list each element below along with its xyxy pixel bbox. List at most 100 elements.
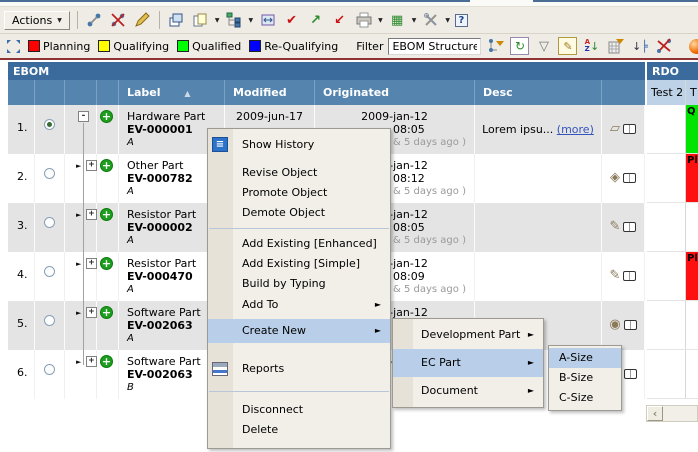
header-test2[interactable]: Test 2 (647, 80, 686, 105)
swap-window-icon[interactable] (258, 11, 277, 29)
menu-item-promote-object[interactable]: Promote Object (208, 183, 390, 203)
sort-asc-icon[interactable]: ▲ (184, 89, 190, 98)
expand-toggle-icon[interactable]: + (86, 258, 97, 269)
menu-item-a-size[interactable]: A-Size (549, 348, 621, 368)
part-type-icon[interactable]: ▱ (610, 122, 620, 154)
menu-item-demote-object[interactable]: Demote Object (208, 203, 390, 223)
window-icon[interactable] (167, 11, 186, 29)
submenu-arrow-icon: ► (528, 321, 534, 349)
select-cell (35, 105, 65, 154)
book-icon[interactable] (623, 124, 636, 134)
book-icon[interactable] (623, 222, 636, 232)
menu-item-show-history[interactable]: ≡ Show History (208, 133, 390, 157)
book-icon[interactable] (624, 320, 637, 330)
radio-unselected[interactable] (44, 315, 55, 326)
add-child-icon[interactable]: + (100, 159, 113, 172)
select-cell (35, 203, 65, 252)
chevron-down-icon[interactable]: ▼ (215, 17, 220, 24)
sort-az-icon[interactable]: AZ ↓ (582, 37, 601, 55)
scroll-left-icon[interactable]: ‹ (647, 406, 663, 421)
paste-structure-icon[interactable] (224, 11, 243, 29)
part-type-icon[interactable]: ✎ (610, 269, 621, 301)
part-type-icon[interactable]: ◈ (610, 171, 620, 203)
menu-item-ec-part[interactable]: EC Part ► (393, 349, 543, 377)
add-child-icon[interactable]: + (100, 306, 113, 319)
radio-unselected[interactable] (44, 364, 55, 375)
filter-structure-icon[interactable] (486, 37, 505, 55)
add-child-icon[interactable]: + (100, 208, 113, 221)
menu-item-b-size[interactable]: B-Size (549, 368, 621, 388)
menu-item-document[interactable]: Document ► (393, 377, 543, 405)
expand-toggle-icon[interactable]: + (86, 356, 97, 367)
status-cell: Q (686, 105, 698, 153)
menu-item-revise-object[interactable]: Revise Object (208, 163, 390, 183)
table-row (647, 350, 698, 399)
book-icon[interactable] (623, 173, 636, 183)
menu-item-c-size[interactable]: C-Size (549, 388, 621, 408)
refresh-icon[interactable]: ↻ (510, 37, 529, 55)
add-cell: + (97, 301, 119, 350)
menu-item-delete[interactable]: Delete (208, 420, 390, 440)
menu-item-build-by-typing[interactable]: Build by Typing (208, 274, 390, 294)
menu-item-disconnect[interactable]: Disconnect (208, 400, 390, 420)
add-child-icon[interactable]: + (100, 355, 113, 368)
expand-toggle-icon[interactable]: + (86, 307, 97, 318)
menu-item-add-to[interactable]: Add To ► (208, 294, 390, 316)
ec-part-submenu: A-Size B-Size C-Size (548, 345, 622, 411)
chevron-down-icon[interactable]: ▼ (248, 17, 253, 24)
add-child-icon[interactable]: + (100, 257, 113, 270)
orig-date: 2009-jan-12 (315, 110, 474, 123)
actions-menu-button[interactable]: Actions ▼ (4, 11, 70, 30)
demote-arrow-icon[interactable]: ↙ (330, 11, 349, 29)
menu-item-add-existing-enhanced[interactable]: Add Existing [Enhanced] (208, 234, 390, 254)
menu-item-label: Add To (242, 298, 278, 311)
edit-icon[interactable] (133, 11, 152, 29)
radio-unselected[interactable] (44, 266, 55, 277)
expand-toggle-icon[interactable]: + (86, 160, 97, 171)
tab-edge (0, 0, 470, 2)
book-icon[interactable] (624, 369, 637, 379)
part-type-icon[interactable]: ✎ (610, 220, 621, 252)
copy-icon[interactable] (191, 11, 210, 29)
add-child-icon[interactable]: + (100, 110, 113, 123)
edit-note-icon[interactable]: ✎ (558, 37, 577, 55)
filter-funnel-icon[interactable]: ▽ (534, 37, 553, 55)
print-icon[interactable] (354, 11, 373, 29)
filter-table-icon[interactable] (606, 37, 625, 55)
header-desc[interactable]: Desc (475, 80, 602, 105)
connect-icon[interactable] (85, 11, 104, 29)
menu-item-create-new[interactable]: Create New ► (208, 319, 390, 343)
header-originated[interactable]: Originated (315, 80, 475, 105)
status-sphere-icon[interactable] (689, 39, 698, 54)
radio-unselected[interactable] (44, 168, 55, 179)
header-modified[interactable]: Modified (225, 80, 315, 105)
sort-structure-icon[interactable]: ↓╞ (630, 37, 649, 55)
header-clipped[interactable]: T (686, 80, 698, 105)
disconnect-structure-icon[interactable] (654, 37, 673, 55)
header-label[interactable]: Label ▲ (119, 80, 225, 105)
radio-selected[interactable] (44, 119, 55, 130)
menu-item-add-existing-simple[interactable]: Add Existing [Simple] (208, 254, 390, 274)
tree-glyph: ╞ (641, 40, 648, 53)
disconnect-icon[interactable] (109, 11, 128, 29)
menu-item-reports[interactable]: Reports (208, 356, 390, 382)
collapse-toggle-icon[interactable]: - (78, 111, 89, 122)
chevron-down-icon[interactable]: ▼ (378, 17, 383, 24)
approve-check-icon[interactable]: ✔ (282, 11, 301, 29)
menu-item-development-part[interactable]: Development Part ► (393, 321, 543, 349)
help-icon[interactable]: ? (455, 14, 468, 27)
tools-icon[interactable] (421, 11, 440, 29)
more-link[interactable]: (more) (557, 123, 594, 136)
expand-toggle-icon[interactable]: + (86, 209, 97, 220)
book-icon[interactable] (623, 271, 636, 281)
chevron-down-icon[interactable]: ▼ (412, 17, 417, 24)
radio-unselected[interactable] (44, 217, 55, 228)
horizontal-scrollbar[interactable]: ‹ (646, 405, 698, 422)
expand-all-icon[interactable] (4, 37, 23, 55)
menu-item-label: A-Size (559, 351, 593, 364)
export-table-icon[interactable]: ▦ (388, 11, 407, 29)
tree-cell: ► + (65, 301, 97, 350)
promote-arrow-icon[interactable]: ↗ (306, 11, 325, 29)
filter-input[interactable] (388, 38, 481, 55)
chevron-down-icon[interactable]: ▼ (445, 17, 450, 24)
